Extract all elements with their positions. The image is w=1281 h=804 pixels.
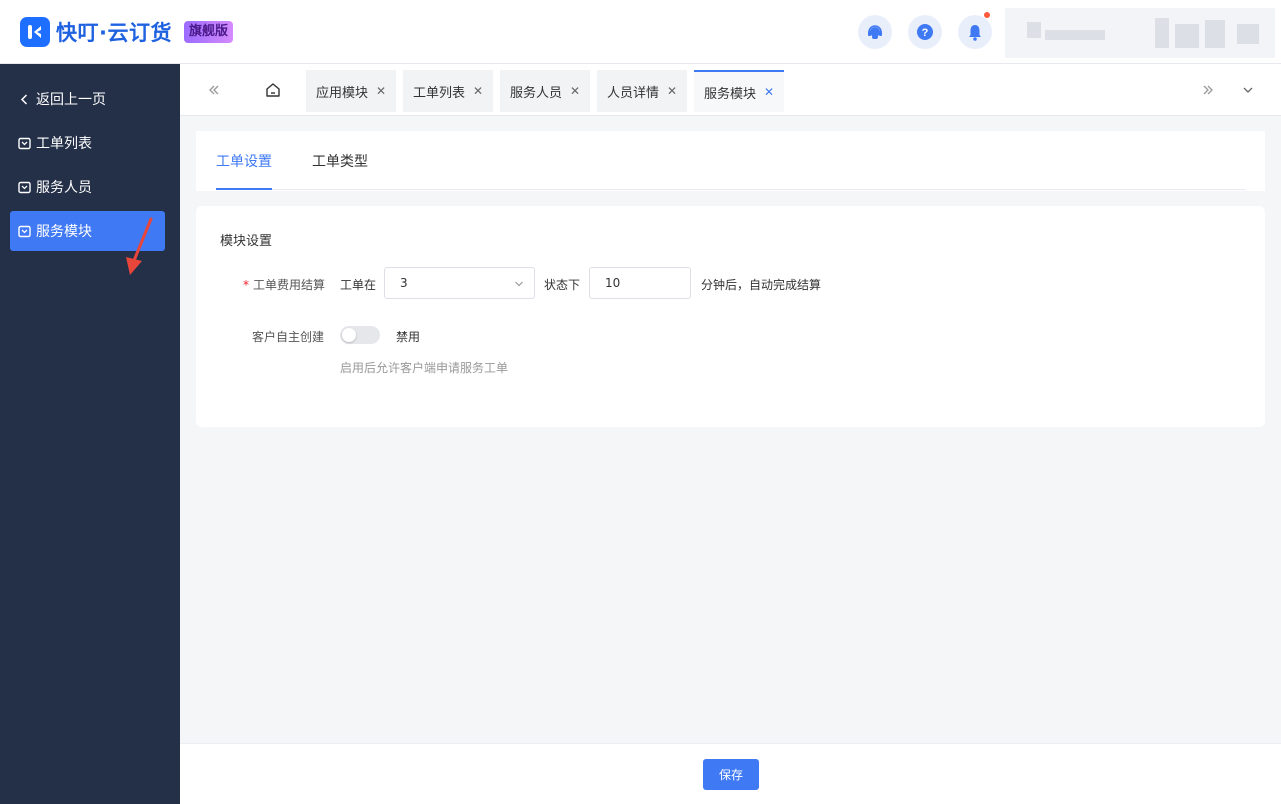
sidebar-item-label: 服务模块 bbox=[36, 224, 92, 240]
chevron-down-icon bbox=[515, 281, 523, 287]
chevron-left-icon bbox=[20, 93, 28, 105]
close-icon[interactable]: ✕ bbox=[473, 84, 483, 98]
sidebar-item-label: 服务人员 bbox=[36, 180, 92, 196]
toggle-state-text: 禁用 bbox=[396, 330, 421, 344]
home-tab-button[interactable] bbox=[260, 74, 286, 106]
self-create-label: 客户自主创建 bbox=[252, 330, 325, 344]
list-icon bbox=[18, 225, 31, 237]
close-icon[interactable]: ✕ bbox=[570, 84, 580, 98]
list-icon bbox=[18, 181, 31, 193]
help-button[interactable]: ? bbox=[908, 15, 942, 49]
tab-service-staff[interactable]: 服务人员 ✕ bbox=[500, 70, 591, 112]
tab-work-orders[interactable]: 工单列表 ✕ bbox=[403, 70, 494, 112]
tabs-menu-button[interactable] bbox=[1236, 74, 1260, 106]
tab-label: 服务模块 bbox=[704, 86, 757, 102]
help-icon: ? bbox=[917, 24, 933, 40]
tab-label: 服务人员 bbox=[510, 85, 563, 101]
back-label: 返回上一页 bbox=[36, 92, 106, 108]
save-button[interactable]: 保存 bbox=[703, 759, 759, 790]
active-subtab-indicator bbox=[216, 188, 272, 190]
divider bbox=[216, 189, 1246, 190]
app-logo[interactable]: 快叮·云订货 旗舰版 bbox=[20, 17, 233, 47]
minutes-input-value: 10 bbox=[605, 276, 621, 290]
notification-button[interactable] bbox=[958, 12, 992, 49]
sidebar-item-work-orders[interactable]: 工单列表 bbox=[10, 123, 165, 163]
close-icon[interactable]: ✕ bbox=[764, 85, 774, 99]
fee-middle-text: 状态下 bbox=[544, 278, 581, 292]
chevron-down-icon bbox=[1243, 87, 1253, 93]
annotation-arrow-icon bbox=[126, 217, 153, 275]
footer-bar: 保存 bbox=[180, 743, 1281, 804]
app-name: 快叮·云订货 bbox=[56, 21, 172, 45]
headset-icon bbox=[868, 25, 882, 39]
tab-staff-detail[interactable]: 人员详情 ✕ bbox=[597, 70, 688, 112]
notification-dot bbox=[984, 12, 990, 18]
sidebar-item-label: 工单列表 bbox=[36, 136, 92, 152]
edition-badge: 旗舰版 bbox=[183, 21, 233, 43]
settings-subtabs: 工单设置 工单类型 bbox=[196, 131, 1265, 191]
back-button[interactable]: 返回上一页 bbox=[10, 79, 165, 119]
scroll-tabs-right-button[interactable] bbox=[1196, 74, 1220, 106]
tab-label: 人员详情 bbox=[607, 85, 660, 101]
app-logo-icon bbox=[20, 17, 50, 47]
sidebar-item-service-staff[interactable]: 服务人员 bbox=[10, 167, 165, 207]
fee-settlement-label: * 工单费用结算 bbox=[243, 278, 326, 292]
double-chevron-left-icon bbox=[209, 85, 219, 95]
user-info-blurred[interactable] bbox=[1005, 8, 1275, 58]
top-header: 快叮·云订货 旗舰版 ? bbox=[0, 0, 1281, 64]
subtab-work-order-settings[interactable]: 工单设置 bbox=[216, 151, 272, 171]
close-icon[interactable]: ✕ bbox=[376, 84, 386, 98]
module-settings-card: 模块设置 * 工单费用结算 工单在 3 状态下 10 分钟后，自动完成结算 客户自… bbox=[196, 206, 1265, 427]
self-create-hint: 启用后允许客户端申请服务工单 bbox=[340, 361, 509, 375]
tab-label: 应用模块 bbox=[316, 85, 369, 101]
tab-label: 工单列表 bbox=[413, 85, 466, 101]
bell-icon bbox=[969, 25, 981, 41]
status-select[interactable]: 3 bbox=[384, 267, 535, 299]
section-title: 模块设置 bbox=[220, 234, 273, 249]
scroll-tabs-left-button[interactable] bbox=[202, 74, 226, 106]
close-icon[interactable]: ✕ bbox=[667, 84, 677, 98]
subtab-work-order-types[interactable]: 工单类型 bbox=[312, 151, 368, 171]
customer-service-button[interactable] bbox=[858, 15, 892, 49]
tab-service-module[interactable]: 服务模块 ✕ bbox=[694, 70, 785, 112]
tab-app-modules[interactable]: 应用模块 ✕ bbox=[306, 70, 397, 112]
required-mark: * bbox=[243, 278, 249, 292]
toggle-knob bbox=[342, 328, 356, 342]
fee-prefix-text: 工单在 bbox=[340, 278, 377, 292]
self-create-toggle[interactable] bbox=[340, 326, 380, 344]
fee-suffix-text: 分钟后，自动完成结算 bbox=[701, 278, 822, 292]
sidebar: 返回上一页 工单列表 服务人员 服务模块 bbox=[0, 64, 180, 804]
status-select-value: 3 bbox=[400, 276, 408, 290]
svg-text:?: ? bbox=[922, 27, 929, 39]
double-chevron-right-icon bbox=[1203, 85, 1213, 95]
minutes-input[interactable]: 10 bbox=[589, 267, 691, 299]
tab-bar: 应用模块 ✕ 工单列表 ✕ 服务人员 ✕ 人员详情 ✕ 服务模块 ✕ bbox=[180, 64, 1281, 116]
home-icon bbox=[266, 83, 280, 97]
list-icon bbox=[18, 137, 31, 149]
